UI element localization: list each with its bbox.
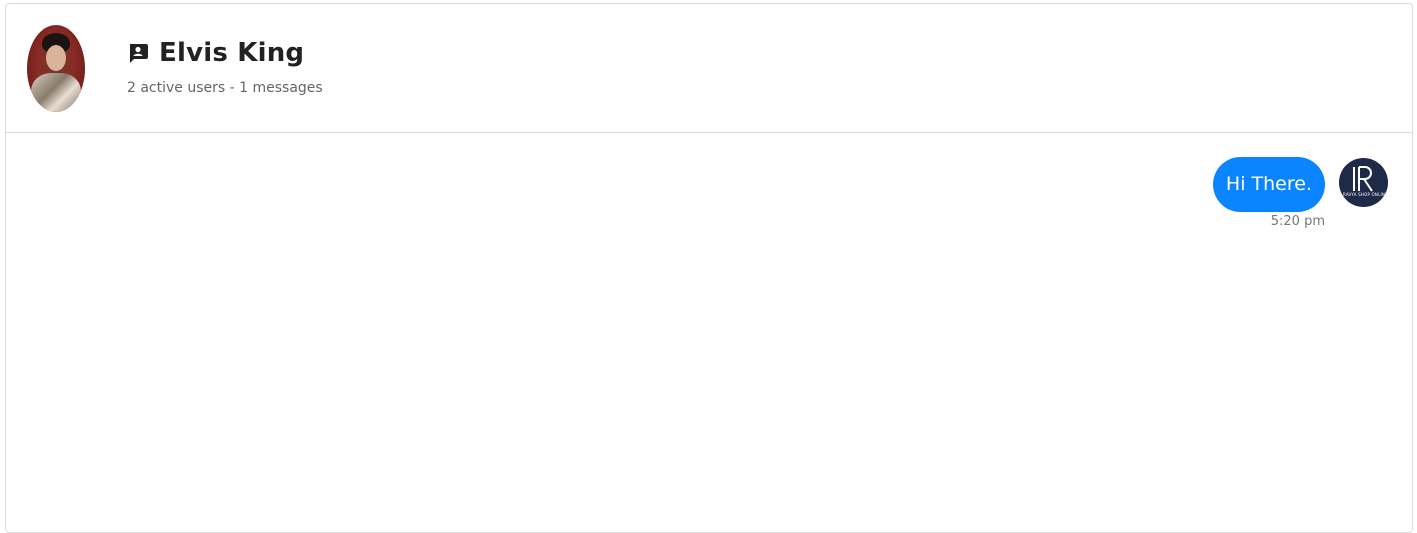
chat-bubble-person-icon (127, 42, 149, 64)
title-row: Elvis King (127, 38, 304, 68)
header-meta: 2 active users - 1 messages (127, 80, 323, 96)
avatar-shirt (31, 73, 81, 112)
contact-avatar[interactable] (27, 25, 85, 112)
contact-name: Elvis King (159, 38, 305, 68)
message-col: Hi There. 5:20 pm (1212, 157, 1325, 229)
logo-caption: RAVYA SHOP ONLINE (1343, 192, 1388, 197)
chat-header: Elvis King 2 active users - 1 messages (6, 4, 1412, 133)
message-row: Hi There. 5:20 pm RAVYA SHOP ONLINE (1212, 157, 1388, 229)
brand-logo-icon (1353, 166, 1373, 192)
message-list: Hi There. 5:20 pm RAVYA SHOP ONLINE (6, 133, 1412, 533)
sender-avatar[interactable]: RAVYA SHOP ONLINE (1339, 158, 1388, 207)
avatar-face (46, 45, 66, 71)
message-bubble[interactable]: Hi There. (1212, 157, 1325, 212)
chat-window: Elvis King 2 active users - 1 messages H… (5, 3, 1413, 533)
message-time: 5:20 pm (1270, 214, 1325, 229)
